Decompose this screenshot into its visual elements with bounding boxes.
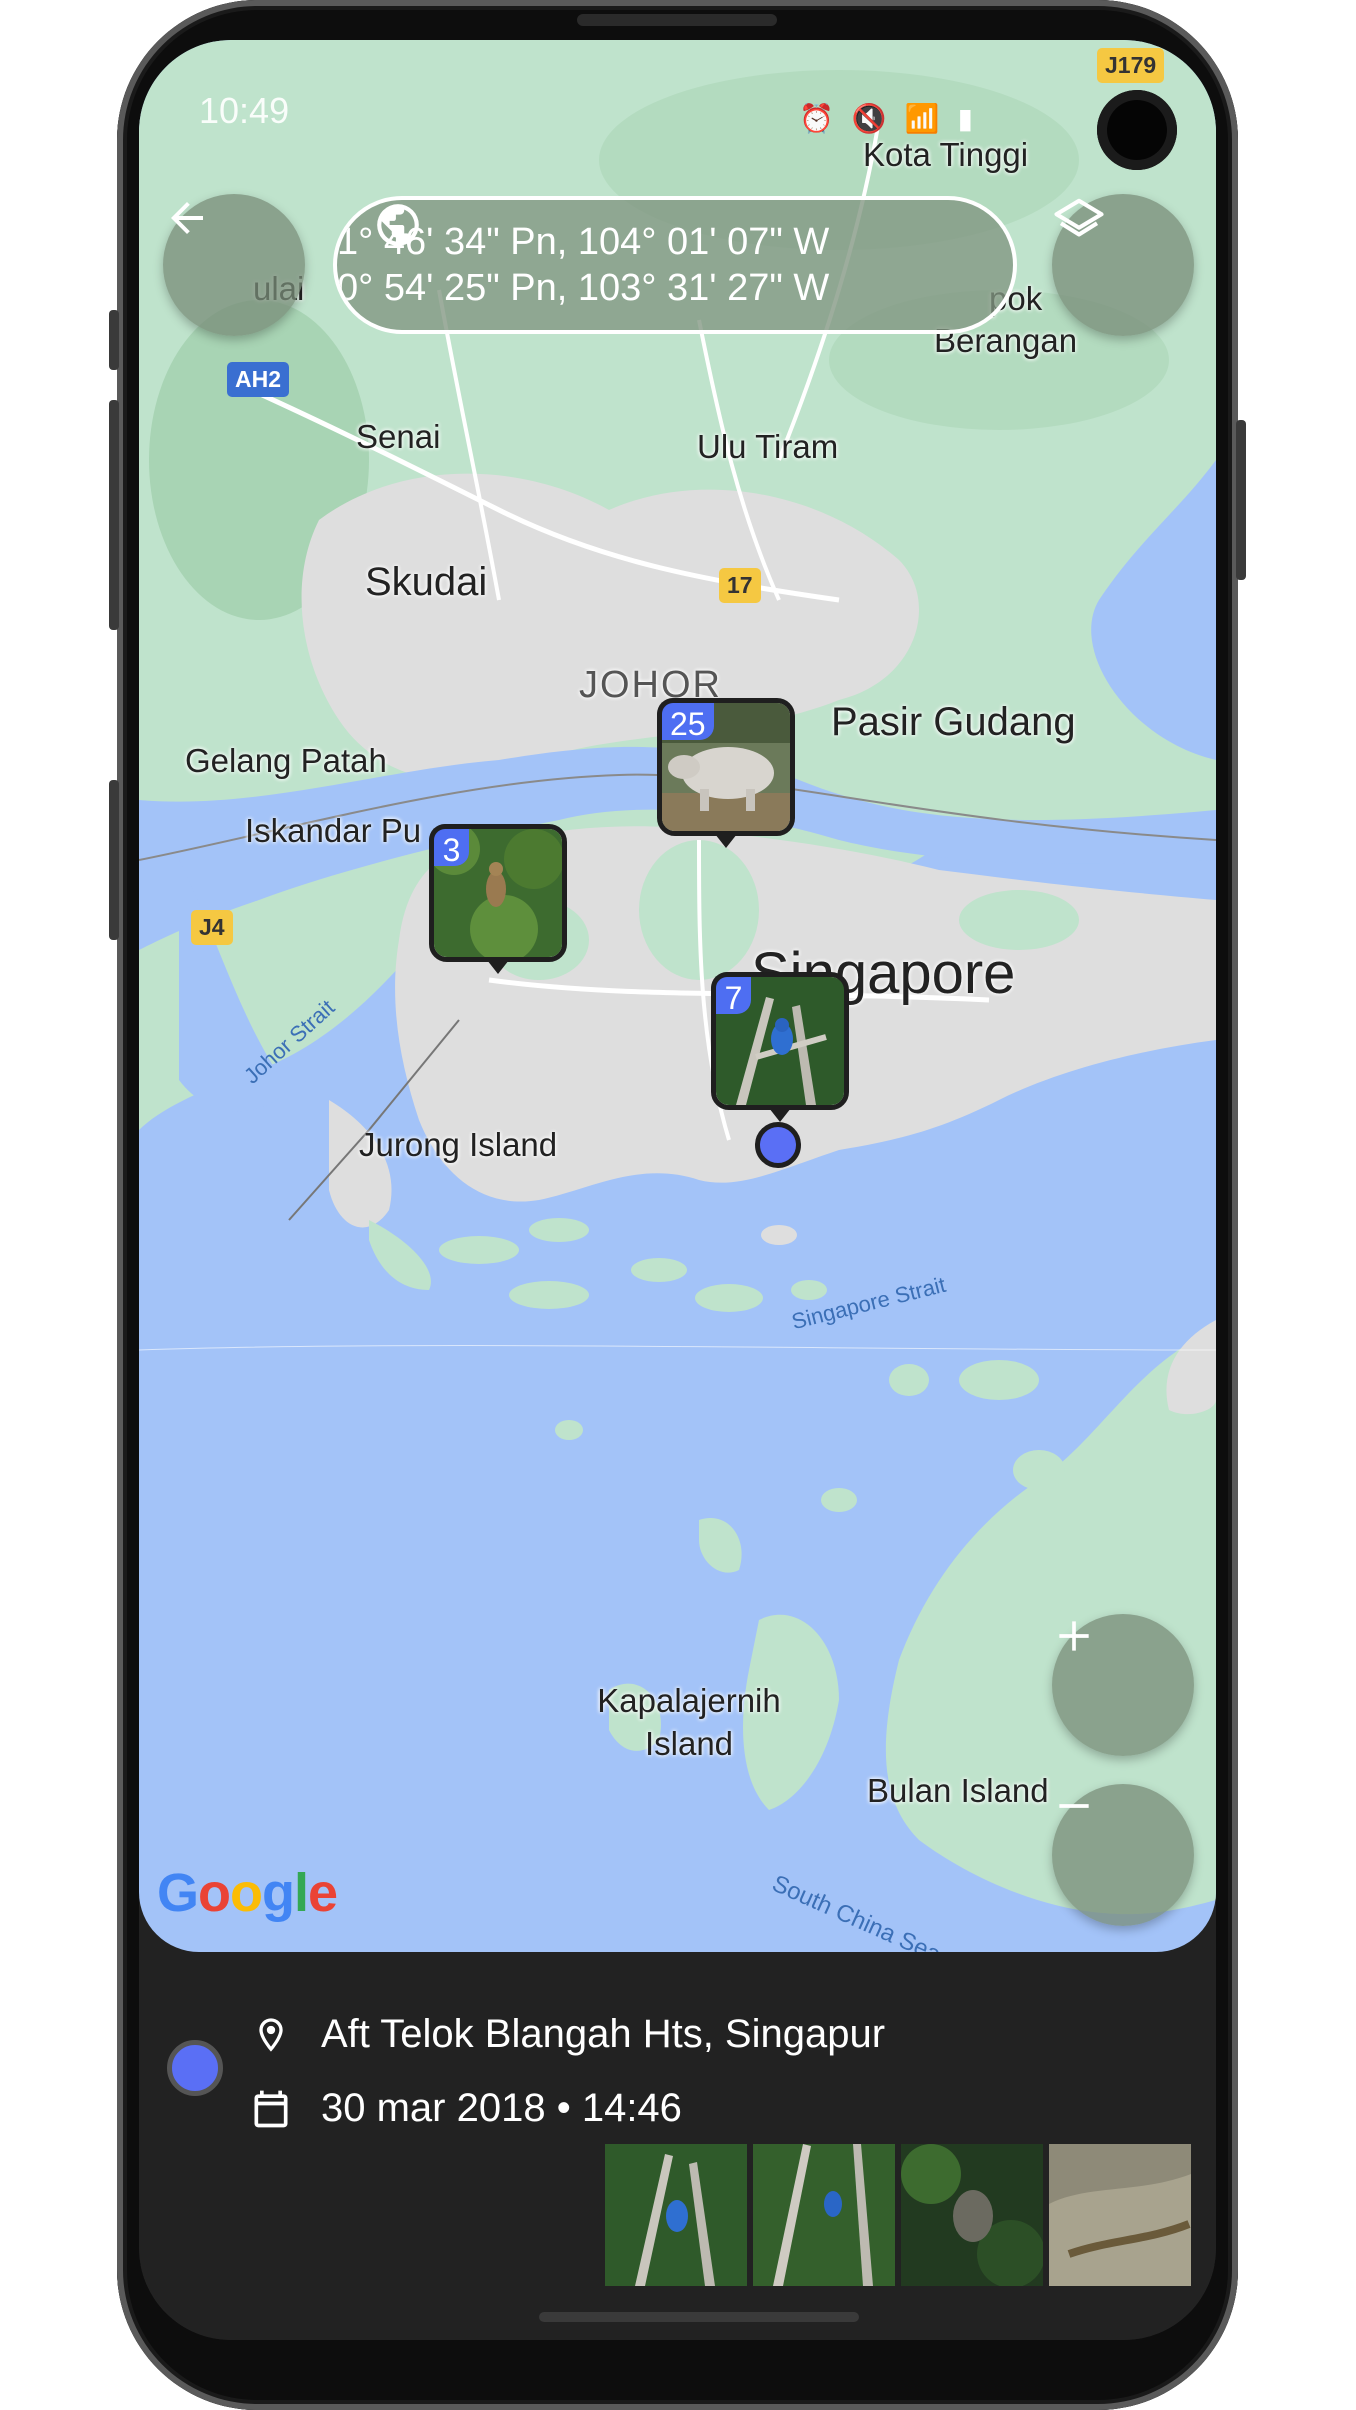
map-label-kota-tinggi: Kota Tinggi xyxy=(863,136,1029,173)
map-label-jurong-island: Jurong Island xyxy=(359,1126,558,1163)
globe-icon xyxy=(377,204,419,246)
status-time: 10:49 xyxy=(199,90,290,131)
phone-side-button xyxy=(109,310,119,370)
location-name: Aft Telok Blangah Hts, Singapur xyxy=(321,2012,886,2056)
map-layers-button[interactable] xyxy=(1052,194,1194,336)
layers-icon xyxy=(1054,198,1104,237)
plus-icon xyxy=(1059,1621,1089,1651)
selected-location-indicator xyxy=(167,2040,223,2096)
calendar-icon xyxy=(254,2090,288,2127)
map-label-senai: Senai xyxy=(356,418,441,455)
google-attribution: Google xyxy=(157,1863,338,1923)
map-label-pasir-gudang: Pasir Gudang xyxy=(831,700,1076,744)
road-shield-j4: J4 xyxy=(191,910,233,945)
map-label-iskandar-puteri: Iskandar Pu xyxy=(245,812,422,849)
wifi-icon: 📶 xyxy=(904,103,958,134)
marker-pointer xyxy=(715,834,737,848)
front-camera xyxy=(1097,90,1177,170)
map-label-bulan-island: Bulan Island xyxy=(867,1772,1049,1809)
earpiece-speaker xyxy=(577,14,777,26)
bird-foliage-photo xyxy=(901,2144,1043,2286)
mute-icon: 🔇 xyxy=(851,103,905,134)
photo-datetime: 30 mar 2018 • 14:46 xyxy=(321,2086,682,2130)
screen: Kota Tinggi ulai pok Berangan Senai Ulu … xyxy=(139,40,1216,2340)
road-shield-17: 17 xyxy=(719,568,761,603)
zoom-out-button[interactable] xyxy=(1052,1784,1194,1926)
map-label-kapalajernih: Kapalajernih xyxy=(597,1682,781,1719)
photo-thumbnail[interactable] xyxy=(901,2144,1043,2286)
photo-thumbnail[interactable] xyxy=(605,2144,747,2286)
selected-location-dot[interactable] xyxy=(755,1122,801,1168)
coords-line-south: 0° 54' 25" Pn, 103° 31' 27" W xyxy=(337,267,830,309)
minus-icon xyxy=(1059,1804,1089,1808)
map-label-ulu-tiram: Ulu Tiram xyxy=(697,428,839,465)
home-indicator xyxy=(539,2312,859,2322)
map-view[interactable]: Kota Tinggi ulai pok Berangan Senai Ulu … xyxy=(139,40,1216,1952)
marker-pointer xyxy=(487,960,509,974)
zoom-in-button[interactable] xyxy=(1052,1614,1194,1756)
map-label-gelang-patah: Gelang Patah xyxy=(185,742,387,779)
back-button[interactable] xyxy=(163,194,305,336)
location-row[interactable]: Aft Telok Blangah Hts, Singapur xyxy=(247,2012,885,2057)
photo-strip[interactable] xyxy=(605,2144,1191,2286)
kingfisher-photo xyxy=(605,2144,747,2286)
coordinates-bounds-chip[interactable]: 1° 46' 34" Pn, 104° 01' 07" W 0° 54' 25"… xyxy=(333,196,1017,334)
road-shield-ah2: AH2 xyxy=(227,362,290,397)
photo-thumbnail[interactable] xyxy=(753,2144,895,2286)
cluster-count-badge: 3 xyxy=(429,824,469,868)
map-label-kapalajernih-island: Island xyxy=(644,1725,734,1762)
phone-frame: Kota Tinggi ulai pok Berangan Senai Ulu … xyxy=(109,0,1246,2410)
location-pin-icon xyxy=(259,2017,283,2052)
battery-icon: ▮ xyxy=(957,103,992,134)
volume-button xyxy=(109,400,119,630)
kingfisher-photo xyxy=(753,2144,895,2286)
date-row[interactable]: 30 mar 2018 • 14:46 xyxy=(247,2086,682,2131)
marker-pointer xyxy=(769,1108,791,1122)
alarm-icon: ⏰ xyxy=(799,103,852,134)
lizard-on-rock-photo xyxy=(1049,2144,1191,2286)
arrow-left-icon xyxy=(171,202,203,234)
road-shield-j179: J179 xyxy=(1097,48,1165,83)
power-button xyxy=(1236,420,1246,580)
map-label-skudai: Skudai xyxy=(365,560,488,604)
bixby-button xyxy=(109,780,119,940)
status-icons: ⏰🔇📶▮ xyxy=(799,102,991,135)
photo-thumbnail[interactable] xyxy=(1049,2144,1191,2286)
cluster-count-badge: 7 xyxy=(711,972,751,1016)
cluster-count-badge: 25 xyxy=(657,698,714,742)
